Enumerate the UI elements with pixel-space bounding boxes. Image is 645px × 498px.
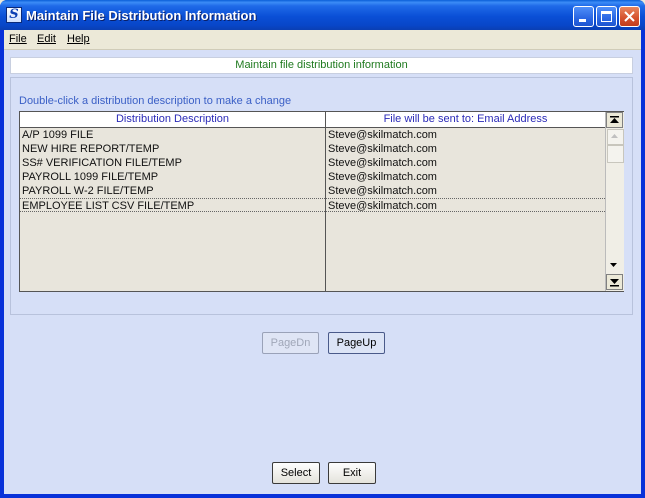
table-body: A/P 1099 FILE Steve@skilmatch.com NEW HIRE… (20, 128, 605, 212)
table-header: Distribution Description File will be se… (20, 112, 605, 128)
table-row[interactable]: PAYROLL 1099 FILE/TEMP Steve@skilmatch.co… (20, 170, 605, 184)
maximize-icon (601, 11, 612, 22)
page-header: Maintain file distribution information (10, 57, 633, 74)
page-up-button[interactable]: PageUp (328, 332, 385, 354)
cell-email: Steve@skilmatch.com (328, 185, 437, 197)
vertical-scrollbar[interactable] (605, 112, 624, 291)
menu-help[interactable]: Help (67, 33, 90, 45)
minimize-icon (579, 19, 586, 22)
cell-description: EMPLOYEE LIST CSV FILE/TEMP (22, 200, 195, 212)
menu-edit[interactable]: Edit (37, 33, 56, 45)
menu-file[interactable]: File (9, 33, 27, 45)
table-row[interactable]: PAYROLL W-2 FILE/TEMP Steve@skilmatch.com (20, 184, 605, 198)
scroll-down-button[interactable] (607, 259, 622, 273)
table-row[interactable]: A/P 1099 FILE Steve@skilmatch.com (20, 128, 605, 142)
cell-description: NEW HIRE REPORT/TEMP (22, 143, 160, 155)
cell-email: Steve@skilmatch.com (328, 200, 437, 212)
cell-description: SS# VERIFICATION FILE/TEMP (22, 157, 182, 169)
scroll-down-icon (610, 263, 617, 267)
client-area: File Edit Help Maintain file distributio… (4, 30, 641, 494)
distribution-table[interactable]: Distribution Description File will be se… (19, 111, 624, 292)
cell-email: Steve@skilmatch.com (328, 171, 437, 183)
scroll-up-icon (611, 134, 618, 138)
title-bar[interactable]: S Maintain File Distribution Information (0, 0, 645, 30)
app-icon[interactable]: S (6, 7, 22, 23)
scroll-bottom-button[interactable] (606, 274, 623, 290)
main-panel: Maintain file distribution information D… (4, 50, 641, 494)
cell-description: A/P 1099 FILE (22, 129, 94, 141)
column-header-email[interactable]: File will be sent to: Email Address (326, 112, 605, 127)
page-down-button[interactable]: PageDn (262, 332, 319, 354)
cell-email: Steve@skilmatch.com (328, 129, 437, 141)
scroll-thumb[interactable] (607, 145, 624, 163)
scroll-to-bottom-icon (610, 279, 619, 287)
close-button[interactable] (619, 6, 640, 27)
scroll-to-top-icon (610, 116, 619, 123)
scroll-top-button[interactable] (606, 112, 623, 128)
table-row[interactable]: EMPLOYEE LIST CSV FILE/TEMP Steve@skilmat… (20, 198, 605, 212)
select-button[interactable]: Select (272, 462, 320, 484)
minimize-button[interactable] (573, 6, 594, 27)
column-header-description[interactable]: Distribution Description (20, 112, 325, 127)
menu-bar: File Edit Help (4, 30, 641, 50)
table-row[interactable]: NEW HIRE REPORT/TEMP Steve@skilmatch.com (20, 142, 605, 156)
window-title: Maintain File Distribution Information (26, 8, 257, 23)
cell-description: PAYROLL W-2 FILE/TEMP (22, 185, 154, 197)
exit-button[interactable]: Exit (328, 462, 376, 484)
close-icon (624, 11, 635, 22)
app-window: S Maintain File Distribution Information… (0, 0, 645, 498)
cell-description: PAYROLL 1099 FILE/TEMP (22, 171, 159, 183)
scroll-up-button[interactable] (607, 129, 624, 145)
maximize-button[interactable] (596, 6, 617, 27)
table-row[interactable]: SS# VERIFICATION FILE/TEMP Steve@skilmatc… (20, 156, 605, 170)
instruction-text: Double-click a distribution description … (19, 95, 292, 107)
cell-email: Steve@skilmatch.com (328, 157, 437, 169)
cell-email: Steve@skilmatch.com (328, 143, 437, 155)
